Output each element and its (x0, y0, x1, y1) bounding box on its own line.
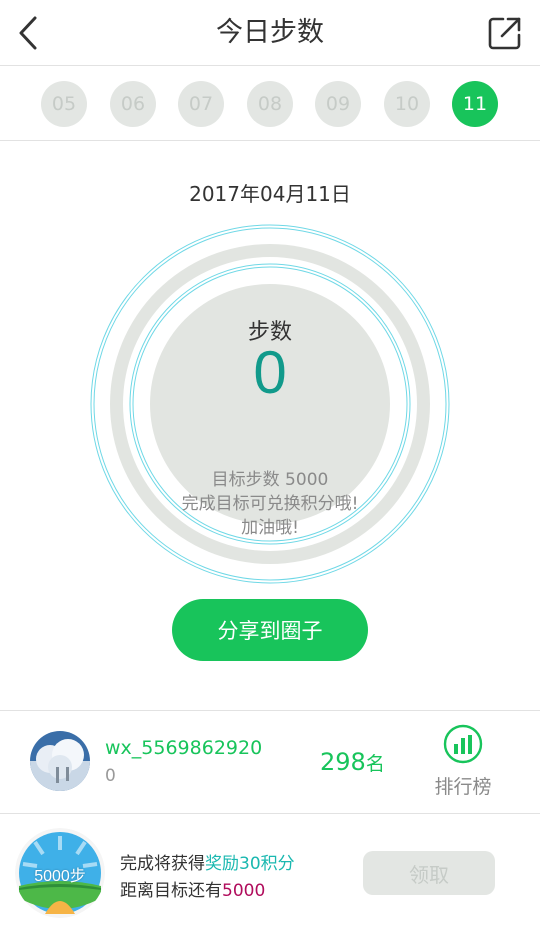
day-selector: 05 06 07 08 09 10 11 (0, 66, 540, 141)
steps-badge: 5000步 (15, 828, 105, 918)
step-progress-ring: 步数 0 目标步数 5000 完成目标可兑换积分哦! 加油哦! (90, 224, 450, 584)
day-07-button[interactable]: 07 (178, 81, 224, 127)
top-nav-bar: 今日步数 (0, 0, 540, 66)
cheer-text: 加油哦! (241, 518, 299, 538)
steps-count: 0 (253, 339, 287, 406)
bar-chart-icon (443, 724, 483, 764)
claim-reward-button[interactable]: 领取 (363, 851, 495, 895)
avatar[interactable] (30, 731, 90, 791)
day-11-button[interactable]: 11 (452, 81, 498, 127)
current-date: 2017年04月11日 (189, 182, 351, 206)
share-to-circle-button[interactable]: 分享到圈子 (172, 599, 368, 661)
badge-label: 5000步 (34, 868, 86, 885)
rank-number: 298 (320, 748, 366, 776)
day-05-button[interactable]: 05 (41, 81, 87, 127)
leaderboard-label: 排行榜 (434, 776, 492, 798)
user-rank: 298名 (320, 748, 385, 776)
goal-hint-text: 完成目标可兑换积分哦! (181, 494, 359, 514)
chevron-left-icon (19, 16, 37, 50)
share-external-icon (488, 17, 521, 50)
username: wx_5569862920 (105, 737, 263, 759)
day-06-button[interactable]: 06 (110, 81, 156, 127)
reward-points: 奖励30积分 (205, 854, 295, 874)
remaining-steps: 5000 (222, 881, 266, 901)
avatar-image (30, 731, 90, 791)
leaderboard-button[interactable]: 排行榜 (426, 722, 500, 802)
divider (0, 813, 540, 814)
user-step-count: 0 (105, 766, 116, 786)
share-button[interactable] (484, 12, 526, 54)
rank-unit: 名 (365, 753, 385, 775)
day-08-button[interactable]: 08 (247, 81, 293, 127)
remaining-prefix: 距离目标还有 (120, 881, 222, 901)
back-button[interactable] (8, 12, 48, 54)
divider (0, 710, 540, 711)
step-progress-content: 步数 0 目标步数 5000 完成目标可兑换积分哦! 加油哦! (150, 284, 390, 538)
reward-text: 完成将获得奖励30积分 (120, 849, 295, 874)
goal-steps-text: 目标步数 5000 (211, 470, 329, 490)
day-10-button[interactable]: 10 (384, 81, 430, 127)
day-09-button[interactable]: 09 (315, 81, 361, 127)
reward-prefix: 完成将获得 (120, 854, 205, 874)
page-title: 今日步数 (216, 17, 324, 48)
remaining-text: 距离目标还有5000 (120, 876, 265, 901)
